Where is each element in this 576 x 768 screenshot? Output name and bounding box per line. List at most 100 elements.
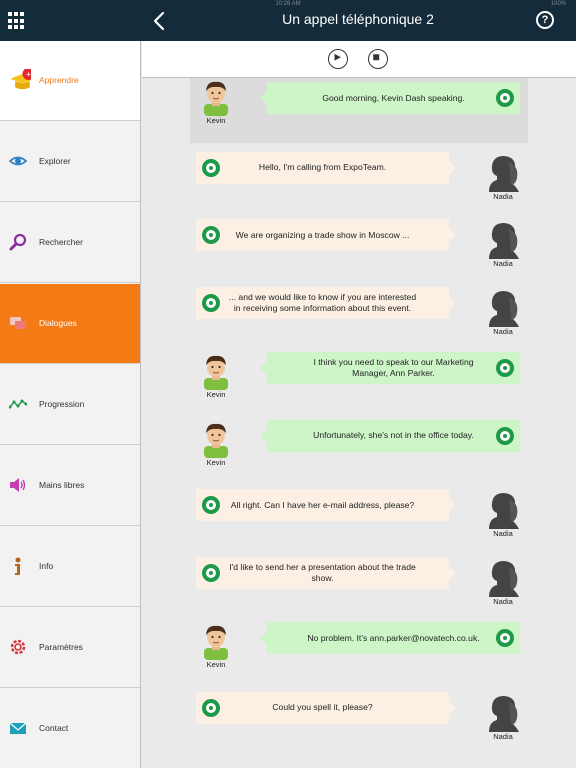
info-icon (15, 557, 21, 575)
gear-icon (10, 639, 26, 655)
kevin-portrait (204, 625, 228, 660)
dialogue-row[interactable]: Kevin I think you need to speak to our Ma… (190, 348, 528, 413)
speaker-icon (10, 478, 26, 492)
dialogue-text: ... and we would like to know if you are… (228, 291, 417, 313)
sidebar-item-contact[interactable]: Contact (0, 689, 140, 768)
speech-bubble[interactable]: Unfortunately, she's not in the office t… (260, 419, 520, 452)
kevin-avatar: Kevin (196, 78, 236, 128)
dialogue-row[interactable]: Nadia Hello, I'm calling from ExpoTeam. (190, 146, 528, 211)
sidebar-item-label: Explorer (39, 156, 71, 166)
record-ring-icon[interactable] (496, 359, 514, 377)
sidebar-item-label: Apprendre (39, 75, 79, 85)
nadia-avatar: Nadia (483, 221, 523, 271)
speech-bubble[interactable]: All right. Can I have her e-mail address… (196, 489, 456, 521)
graduation-cap-icon: + (10, 69, 31, 90)
sidebar-item-parametres[interactable]: Paramètres (0, 608, 140, 688)
page-title: Un appel téléphonique 2 (282, 11, 434, 27)
speech-bubble[interactable]: We are organizing a trade show in Moscow… (196, 219, 456, 251)
play-icon (334, 53, 341, 61)
dialogue-row[interactable]: Nadia Could you spell it, please? (190, 686, 528, 751)
dialogue-text: Could you spell it, please? (272, 702, 373, 712)
record-ring-icon[interactable] (202, 158, 220, 177)
dialogue-row[interactable]: Nadia I'd like to send her a presentation… (190, 551, 528, 616)
speaker-name: Nadia (493, 529, 513, 538)
nadia-silhouette (489, 493, 519, 529)
speaker-name: Kevin (206, 116, 226, 125)
sidebar-item-label: Progression (39, 399, 85, 409)
dialogue-text: Unfortunately, she's not in the office t… (313, 430, 474, 440)
dialogue-text: We are organizing a trade show in Moscow… (235, 229, 410, 240)
sidebar-item-explorer[interactable]: Explorer (0, 122, 140, 202)
dialogue-text: I think you need to speak to our Marketi… (313, 357, 474, 378)
kevin-avatar: Kevin (196, 420, 236, 470)
status-battery: 100% (550, 1, 566, 7)
stop-button[interactable] (368, 49, 388, 69)
record-ring-icon[interactable] (496, 89, 514, 107)
sidebar-item-dialogues[interactable]: Dialogues (0, 284, 140, 364)
audio-player-bar (142, 41, 576, 78)
status-time: 10:26 AM (275, 1, 301, 7)
stop-icon (373, 54, 380, 61)
dialogue-text: Hello, I'm calling from ExpoTeam. (258, 162, 387, 172)
dialogue-text: I'd like to send her a presentation abou… (229, 561, 416, 583)
back-chevron-icon[interactable] (150, 8, 168, 34)
record-ring-icon[interactable] (202, 226, 220, 244)
dialogue-row[interactable]: Nadia We are organizing a trade show in M… (190, 213, 528, 278)
envelope-icon (9, 722, 27, 734)
nadia-avatar: Nadia (483, 559, 523, 609)
speaker-name: Nadia (493, 596, 513, 606)
kevin-portrait (204, 423, 228, 458)
record-ring-icon[interactable] (202, 496, 220, 514)
sidebar-item-rechercher[interactable]: Rechercher (0, 203, 140, 283)
record-ring-icon[interactable] (496, 629, 514, 647)
apps-grid-icon[interactable] (8, 12, 26, 30)
top-bar: 10:26 AM 100% Un appel téléphonique 2 ? (0, 0, 576, 41)
nadia-avatar: Nadia (483, 694, 523, 744)
sidebar-item-label: Paramètres (39, 642, 83, 652)
sidebar-item-label: Rechercher (39, 237, 83, 247)
speech-bubble[interactable]: ... and we would like to know if you are… (196, 286, 456, 319)
speaker-name: Nadia (493, 259, 513, 268)
status-bar: 10:26 AM 100% (0, 0, 576, 9)
record-ring-icon[interactable] (202, 293, 220, 312)
speech-bubble[interactable]: Hello, I'm calling from ExpoTeam. (196, 151, 456, 184)
record-ring-icon[interactable] (202, 563, 220, 582)
record-ring-icon[interactable] (202, 698, 220, 717)
dialogue-row[interactable]: Kevin Good morning, Kevin Dash speaking. (190, 78, 528, 143)
speech-bubble[interactable]: I'd like to send her a presentation abou… (196, 556, 456, 589)
dialogue-row[interactable]: Nadia All right. Can I have her e-mail ad… (190, 483, 528, 548)
sidebar-item-info[interactable]: Info (0, 527, 140, 607)
dialogue-text: Good morning, Kevin Dash speaking. (322, 92, 465, 103)
sidebar-item-label: Mains libres (39, 480, 85, 490)
nadia-silhouette (489, 223, 519, 259)
sidebar-item-progression[interactable]: Progression (0, 365, 140, 445)
dialogue-list: Kevin Good morning, Kevin Dash speaking. … (142, 78, 576, 768)
eye-icon (9, 156, 27, 166)
speaker-name: Nadia (493, 731, 513, 741)
nadia-avatar: Nadia (483, 491, 523, 541)
help-icon[interactable]: ? (536, 11, 554, 29)
speech-bubble[interactable]: No problem. It's ann.parker@novatech.co.… (260, 622, 520, 654)
sidebar-item-label: Info (39, 561, 54, 571)
magnifier-icon (9, 233, 27, 251)
sidebar-item-label: Contact (39, 723, 69, 733)
dialogue-row[interactable]: Nadia ... and we would like to know if yo… (190, 281, 528, 346)
dialogue-row[interactable]: Kevin No problem. It's ann.parker@novatec… (190, 618, 528, 683)
speech-bubble[interactable]: Could you spell it, please? (196, 691, 456, 724)
record-ring-icon[interactable] (496, 426, 514, 445)
sidebar-item-mains-libres[interactable]: Mains libres (0, 446, 140, 526)
speech-bubble[interactable]: I think you need to speak to our Marketi… (260, 352, 520, 384)
dialogue-text: All right. Can I have her e-mail address… (230, 499, 415, 510)
play-button[interactable] (328, 49, 348, 69)
svg-text:+: + (25, 69, 31, 78)
kevin-portrait (204, 81, 228, 116)
speaker-name: Kevin (206, 660, 226, 669)
kevin-portrait (204, 355, 228, 390)
dialogue-text: No problem. It's ann.parker@novatech.co.… (307, 632, 480, 643)
nadia-silhouette (489, 695, 519, 732)
dialogue-row[interactable]: Kevin Unfortunately, she's not in the off… (190, 416, 528, 481)
sidebar-item-apprendre[interactable]: + Apprendre (0, 41, 140, 121)
speaker-name: Nadia (493, 191, 513, 201)
speech-bubble[interactable]: Good morning, Kevin Dash speaking. (260, 82, 520, 114)
sidebar-item-label: Dialogues (39, 318, 77, 328)
